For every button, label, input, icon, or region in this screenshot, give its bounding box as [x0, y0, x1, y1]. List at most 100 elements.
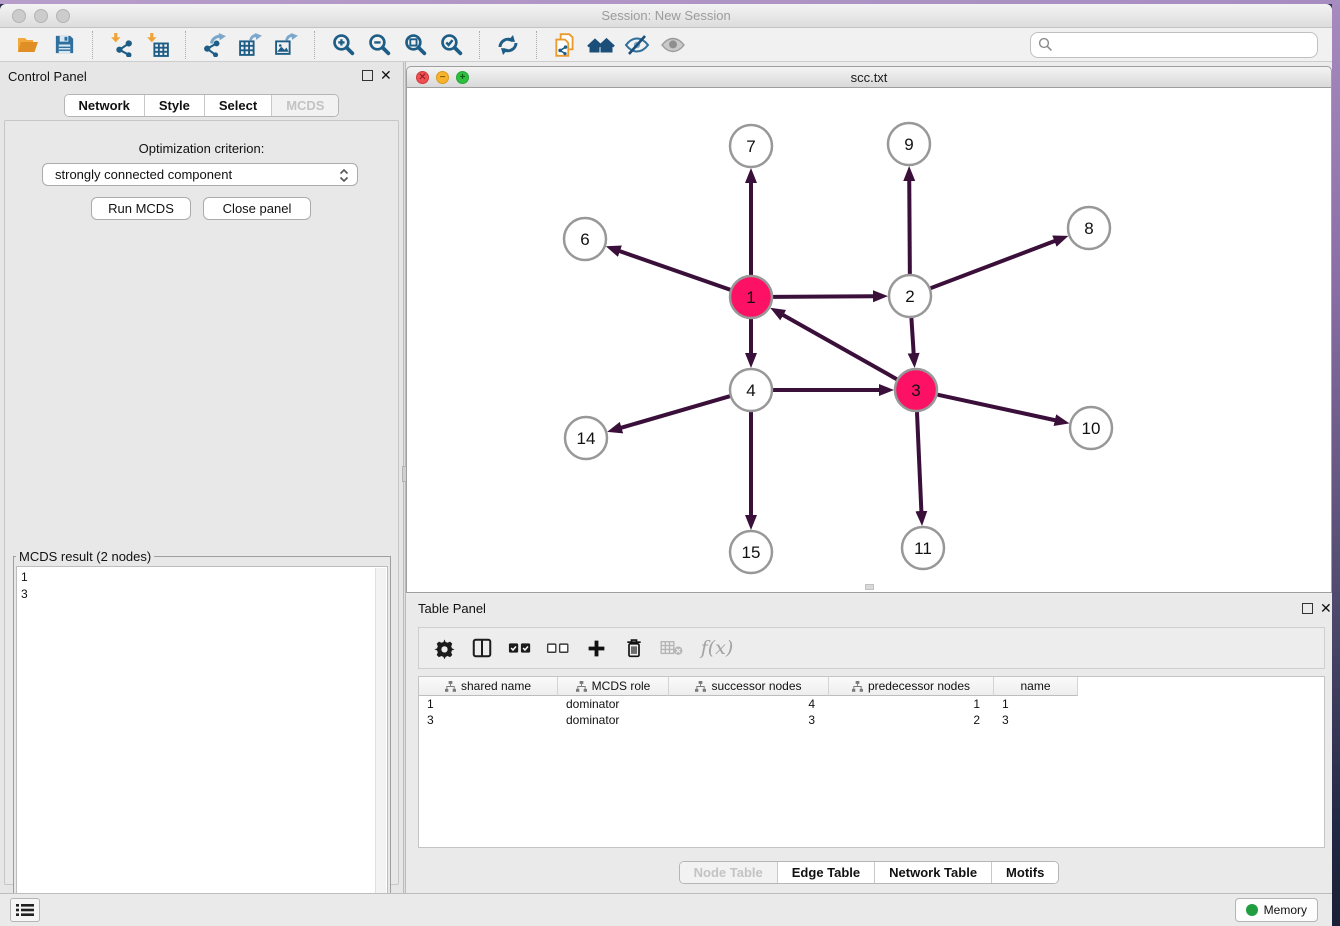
select-all-icon[interactable] [505, 633, 535, 663]
graph-node-11[interactable]: 11 [902, 527, 944, 569]
graph-node-1[interactable]: 1 [730, 276, 772, 318]
graph-node-8[interactable]: 8 [1068, 207, 1110, 249]
import-table-icon[interactable] [143, 31, 171, 59]
network-resize-grip[interactable] [865, 584, 874, 590]
column-label: successor nodes [711, 679, 801, 693]
graph-edge-3-1[interactable] [782, 315, 896, 380]
split-panel-icon[interactable] [467, 633, 497, 663]
add-column-icon[interactable] [581, 633, 611, 663]
cell-name[interactable]: 3 [994, 712, 1078, 728]
memory-button[interactable]: Memory [1235, 898, 1318, 922]
close-panel-button[interactable]: Close panel [203, 197, 311, 220]
cell-shared-name[interactable]: 3 [419, 712, 558, 728]
graph-edge-1-6[interactable] [619, 251, 730, 290]
mcds-result-scrollbar[interactable] [375, 568, 386, 926]
tab-network[interactable]: Network [65, 95, 145, 116]
hide-selected-icon[interactable] [623, 31, 651, 59]
network-canvas[interactable]: 7 9 6 8 1 2 4 3 14 10 15 11 [406, 88, 1332, 593]
graph-node-14[interactable]: 14 [565, 417, 607, 459]
optimization-criterion-value: strongly connected component [55, 167, 232, 182]
table-panel: Table Panel ✕ [406, 595, 1332, 893]
function-builder-button[interactable]: f(x) [695, 633, 739, 663]
table-row[interactable]: 3dominator323 [419, 712, 1324, 728]
graph-node-4[interactable]: 4 [730, 369, 772, 411]
tab-network-table[interactable]: Network Table [875, 862, 992, 883]
settings-gear-icon[interactable] [429, 633, 459, 663]
graph-node-15[interactable]: 15 [730, 531, 772, 573]
graph-edge-3-11[interactable] [917, 412, 921, 512]
zoom-selected-icon[interactable] [437, 31, 465, 59]
export-image-icon[interactable] [272, 31, 300, 59]
svg-text:11: 11 [914, 539, 932, 558]
graph-node-6[interactable]: 6 [564, 218, 606, 260]
table-row[interactable]: 1dominator411 [419, 696, 1324, 712]
run-mcds-button[interactable]: Run MCDS [91, 197, 191, 220]
search-icon [1038, 37, 1053, 55]
tab-mcds[interactable]: MCDS [272, 95, 338, 116]
import-network-icon[interactable] [107, 31, 135, 59]
tree-icon [695, 681, 706, 692]
deselect-all-icon[interactable] [543, 633, 573, 663]
column-header-name[interactable]: name [994, 677, 1078, 696]
task-history-button[interactable] [10, 898, 40, 922]
optimization-criterion-select[interactable]: strongly connected component [42, 163, 358, 186]
home-icon[interactable] [587, 31, 615, 59]
network-window-titlebar: ✕ − + scc.txt [406, 66, 1332, 88]
float-table-panel-icon[interactable] [1302, 603, 1313, 614]
graph-node-2[interactable]: 2 [889, 275, 931, 317]
zoom-in-icon[interactable] [329, 31, 357, 59]
graph-node-7[interactable]: 7 [730, 125, 772, 167]
column-header-successor-nodes[interactable]: successor nodes [669, 677, 829, 696]
mcds-result-text[interactable]: 1 3 [21, 569, 373, 926]
cell-name[interactable]: 1 [994, 696, 1078, 712]
zoom-out-icon[interactable] [365, 31, 393, 59]
float-panel-icon[interactable] [362, 70, 373, 81]
zoom-fit-icon[interactable] [401, 31, 429, 59]
svg-text:15: 15 [742, 543, 761, 562]
cell-successor-nodes[interactable]: 3 [669, 712, 829, 728]
graph-node-10[interactable]: 10 [1070, 407, 1112, 449]
close-panel-icon[interactable]: ✕ [380, 68, 392, 82]
graph-edge-3-10[interactable] [937, 395, 1055, 421]
graph-edge-2-9[interactable] [909, 180, 910, 274]
save-session-icon[interactable] [50, 31, 78, 59]
tab-edge-table[interactable]: Edge Table [778, 862, 875, 883]
search-input[interactable] [1030, 32, 1318, 58]
duplicate-network-icon[interactable] [551, 31, 579, 59]
column-header-mcds-role[interactable]: MCDS role [558, 677, 669, 696]
toolbar-separator [479, 31, 480, 59]
export-network-icon[interactable] [200, 31, 228, 59]
tab-motifs[interactable]: Motifs [992, 862, 1058, 883]
graph-edge-2-3[interactable] [911, 318, 913, 354]
close-table-panel-icon[interactable]: ✕ [1320, 601, 1332, 615]
graph-edge-4-14[interactable] [621, 396, 730, 428]
cell-predecessor-nodes[interactable]: 1 [829, 696, 994, 712]
graph-edge-1-2[interactable] [773, 296, 874, 297]
cell-successor-nodes[interactable]: 4 [669, 696, 829, 712]
cell-mcds-role[interactable]: dominator [558, 712, 669, 728]
column-header-predecessor-nodes[interactable]: predecessor nodes [829, 677, 994, 696]
cell-mcds-role[interactable]: dominator [558, 696, 669, 712]
cell-predecessor-nodes[interactable]: 2 [829, 712, 994, 728]
delete-table-icon[interactable] [657, 633, 687, 663]
show-all-icon[interactable] [659, 31, 687, 59]
control-panel: Control Panel ✕ Network Style Select MCD… [0, 62, 403, 893]
column-header-shared-name[interactable]: shared name [419, 677, 558, 696]
tab-node-table[interactable]: Node Table [680, 862, 778, 883]
column-label: name [1020, 679, 1050, 693]
cell-shared-name[interactable]: 1 [419, 696, 558, 712]
graph-node-9[interactable]: 9 [888, 123, 930, 165]
svg-text:3: 3 [911, 381, 920, 400]
open-session-icon[interactable] [14, 31, 42, 59]
svg-text:10: 10 [1082, 419, 1101, 438]
apply-layout-icon[interactable] [494, 31, 522, 59]
export-table-icon[interactable] [236, 31, 264, 59]
control-panel-header: Control Panel ✕ [0, 62, 403, 90]
mcds-panel-body: Optimization criterion: strongly connect… [4, 120, 399, 885]
tab-style[interactable]: Style [145, 95, 205, 116]
graph-edge-2-8[interactable] [931, 241, 1056, 288]
graph-node-3[interactable]: 3 [895, 369, 937, 411]
delete-column-icon[interactable] [619, 633, 649, 663]
network-graph[interactable]: 7 9 6 8 1 2 4 3 14 10 15 11 [407, 88, 1331, 591]
tab-select[interactable]: Select [205, 95, 272, 116]
